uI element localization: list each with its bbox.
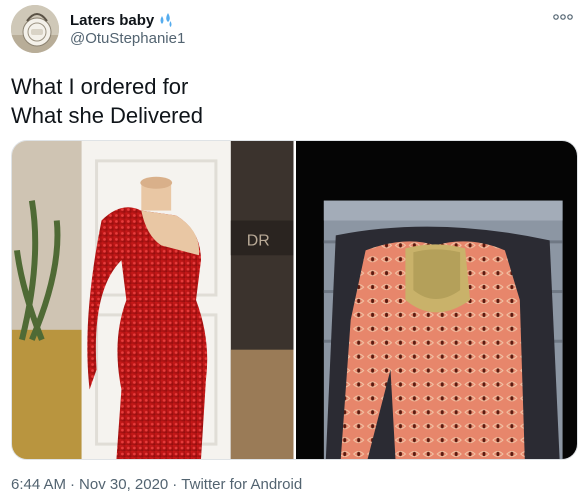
author-name-row[interactable]: Laters baby — [70, 10, 175, 30]
tweet-text: What I ordered for What she Delivered — [11, 72, 203, 130]
more-options-button[interactable] — [548, 6, 578, 28]
tweet-date[interactable]: Nov 30, 2020 — [79, 476, 168, 493]
author-handle[interactable]: @OtuStephanie1 — [70, 30, 185, 47]
media-photo-delivered-dress[interactable] — [295, 141, 577, 459]
display-name[interactable]: Laters baby — [70, 12, 154, 29]
media-photo-ordered-dress[interactable]: DR — [12, 141, 294, 459]
avatar[interactable] — [11, 5, 59, 53]
meta-separator: · — [172, 476, 178, 493]
wall-sign-text: DR — [247, 232, 270, 249]
tweet-text-line-1: What I ordered for — [11, 74, 189, 99]
tweet-time[interactable]: 6:44 AM — [11, 476, 66, 493]
droplets-emoji-icon — [157, 11, 175, 29]
tweet-meta: 6:44 AM · Nov 30, 2020 · Twitter for Android — [11, 476, 302, 493]
tweet-source[interactable]: Twitter for Android — [181, 476, 302, 493]
tweet-card: Laters baby @OtuStephanie1 What I ordere… — [0, 0, 588, 501]
media-grid: DR — [11, 140, 578, 460]
more-horizontal-icon — [553, 14, 573, 20]
tweet-text-line-2: What she Delivered — [11, 103, 203, 128]
meta-separator: · — [70, 476, 76, 493]
